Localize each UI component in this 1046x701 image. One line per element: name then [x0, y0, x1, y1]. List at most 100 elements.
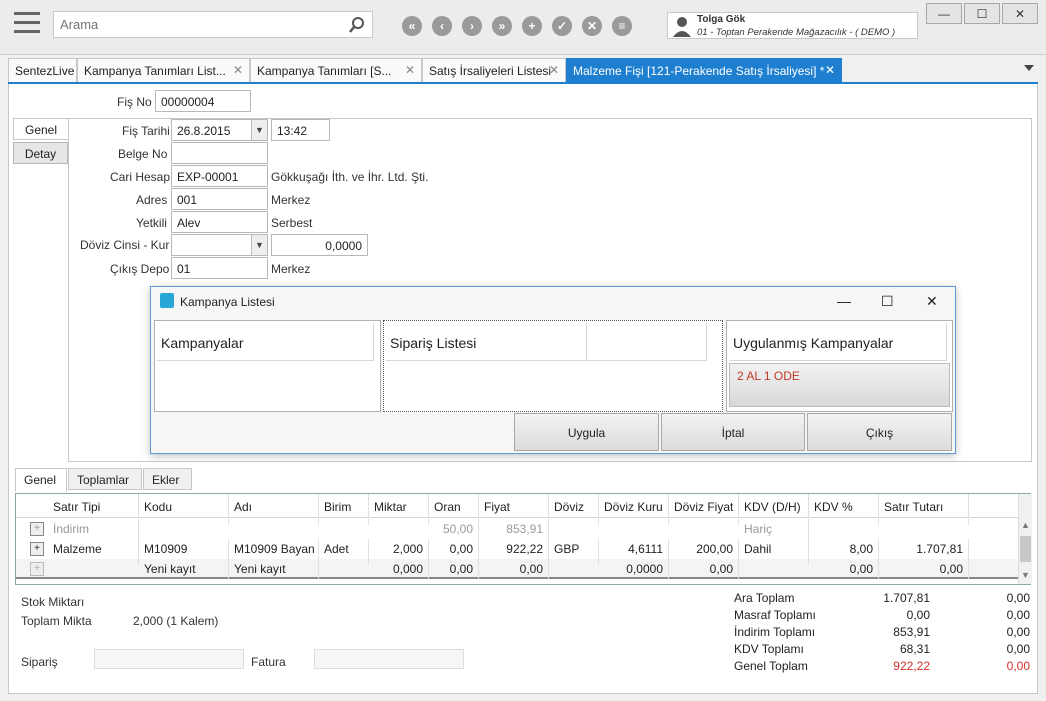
tab-sentezlive[interactable]: SentezLive: [8, 58, 77, 82]
side-tab-genel[interactable]: Genel: [13, 118, 68, 140]
ara-toplam-value: 1.707,81: [883, 591, 930, 605]
genel-toplam-label: Genel Toplam: [734, 659, 808, 673]
add-row-icon[interactable]: +: [30, 562, 44, 576]
close-icon[interactable]: ✕: [405, 63, 415, 77]
cari-hesap-field[interactable]: EXP-00001: [171, 165, 268, 187]
stok-miktari-label: Stok Miktarı: [21, 595, 85, 609]
col-doviz-kuru[interactable]: Döviz Kuru: [599, 494, 669, 518]
tab-kampanya-tanimlari-listesi[interactable]: Kampanya Tanımları List... ✕: [77, 58, 250, 82]
search-input[interactable]: [54, 12, 344, 37]
iptal-button[interactable]: İptal: [661, 413, 805, 451]
cell-miktar: 2,000: [369, 539, 429, 559]
expand-row-icon[interactable]: +: [30, 522, 44, 536]
adres-field[interactable]: 001: [171, 188, 268, 210]
tab-malzeme-fisi[interactable]: Malzeme Fişi [121-Perakende Satış İrsali…: [566, 58, 842, 82]
cikis-button[interactable]: Çıkış: [807, 413, 952, 451]
tab-overflow-chevron-icon[interactable]: [1024, 65, 1034, 71]
cell-oran: 0,00: [429, 539, 479, 559]
belge-no-field[interactable]: [171, 142, 268, 164]
col-doviz[interactable]: Döviz: [549, 494, 599, 518]
col-fiyat[interactable]: Fiyat: [479, 494, 549, 518]
siparis-field[interactable]: [94, 649, 244, 669]
col-satir-tipi[interactable]: Satır Tipi: [48, 494, 139, 518]
col-doviz-fiyat[interactable]: Döviz Fiyat: [669, 494, 739, 518]
menu-list-icon[interactable]: ≡: [612, 16, 632, 36]
bottom-tab-genel[interactable]: Genel: [15, 468, 67, 492]
col-kdv-yuzde[interactable]: KDV %: [809, 494, 879, 518]
tab-bar: SentezLive Kampanya Tanımları List... ✕ K…: [8, 58, 1038, 82]
col-kodu[interactable]: Kodu: [139, 494, 229, 518]
siparis-listesi-panel[interactable]: Sipariş Listesi: [383, 320, 723, 412]
save-check-icon[interactable]: ✓: [552, 16, 572, 36]
previous-record-icon[interactable]: ‹: [432, 16, 452, 36]
col-miktar[interactable]: Miktar: [369, 494, 429, 518]
tab-satis-irsaliyeleri[interactable]: Satış İrsaliyeleri Listesi ✕: [422, 58, 566, 82]
applied-campaign-item[interactable]: 2 AL 1 ODE: [729, 363, 950, 407]
cell-fiyat: 0,00: [479, 559, 549, 579]
doviz-field[interactable]: ▼: [171, 234, 268, 256]
cell-miktar: [369, 519, 429, 525]
window-minimize-button[interactable]: —: [926, 3, 962, 24]
window-maximize-button[interactable]: ☐: [964, 3, 1000, 24]
fis-no-field[interactable]: 00000004: [155, 90, 251, 112]
cell-doviz-fiyat: 0,00: [669, 559, 739, 579]
delete-icon[interactable]: ✕: [582, 16, 602, 36]
col-oran[interactable]: Oran: [429, 494, 479, 518]
col-adi[interactable]: Adı: [229, 494, 319, 518]
bottom-tab-ekler[interactable]: Ekler: [143, 468, 192, 490]
kur-field[interactable]: 0,0000: [271, 234, 368, 256]
fatura-field[interactable]: [314, 649, 464, 669]
col-satir-tutari[interactable]: Satır Tutarı: [879, 494, 969, 518]
fis-tarihi-field[interactable]: 26.8.2015 ▼: [171, 119, 268, 141]
table-row[interactable]: + İndirim 50,00 853,91 Hariç: [16, 519, 1018, 539]
cikis-depo-label: Çıkış Depo: [110, 262, 170, 276]
cell-kodu[interactable]: Yeni kayıt: [139, 559, 229, 579]
close-icon[interactable]: ✕: [825, 63, 835, 77]
close-icon[interactable]: ✕: [549, 63, 559, 77]
side-tab-detay[interactable]: Detay: [13, 142, 68, 164]
cikis-depo-field[interactable]: 01: [171, 257, 268, 279]
table-row[interactable]: + Malzeme M10909 M10909 Bayan I Adet 2,0…: [16, 539, 1018, 559]
uygula-button[interactable]: Uygula: [514, 413, 659, 451]
chevron-down-icon[interactable]: ▼: [1021, 570, 1030, 580]
bottom-tab-toplamlar[interactable]: Toplamlar: [68, 468, 142, 490]
tab-kampanya-tanimlari[interactable]: Kampanya Tanımları [S... ✕: [250, 58, 422, 82]
dialog-close-button[interactable]: ✕: [926, 293, 938, 310]
user-box[interactable]: Tolga Gök 01 - Toptan Perakende Mağazacı…: [667, 12, 918, 39]
kampanyalar-panel: Kampanyalar: [154, 320, 381, 412]
next-record-icon[interactable]: ›: [462, 16, 482, 36]
search-icon[interactable]: [348, 16, 366, 34]
top-bar: « ‹ › » + ✓ ✕ ≡ Tolga Gök 01 - Toptan Pe…: [0, 0, 1046, 55]
cell-adi[interactable]: Yeni kayıt: [229, 559, 319, 579]
genel-toplam-fx: 0,00: [1006, 659, 1030, 673]
cell-kdv-dh: [739, 559, 809, 565]
expand-row-icon[interactable]: +: [30, 542, 44, 556]
first-record-icon[interactable]: «: [402, 16, 422, 36]
kdv-toplami-fx: 0,00: [1006, 642, 1030, 656]
window-close-button[interactable]: ✕: [1002, 3, 1038, 24]
close-icon[interactable]: ✕: [233, 63, 243, 77]
chevron-down-icon[interactable]: ▼: [251, 235, 267, 255]
hamburger-menu-icon[interactable]: [14, 12, 40, 34]
cell-satir-tipi: Malzeme: [48, 539, 139, 559]
col-birim[interactable]: Birim: [319, 494, 369, 518]
siparis-listesi-header: Sipariş Listesi: [386, 323, 587, 361]
chevron-down-icon[interactable]: ▼: [251, 120, 267, 140]
lines-grid: Satır Tipi Kodu Adı Birim Miktar Oran Fi…: [15, 493, 1032, 585]
dialog-maximize-button[interactable]: ☐: [881, 293, 894, 310]
fis-saat-field[interactable]: 13:42: [271, 119, 330, 141]
search-box[interactable]: [53, 11, 373, 38]
scrollbar-thumb[interactable]: [1020, 536, 1031, 562]
cell-satir-tutari: 1.707,81: [879, 539, 969, 559]
col-kdv-dh[interactable]: KDV (D/H): [739, 494, 809, 518]
cell-doviz-kuru: 4,6111: [599, 539, 669, 559]
add-icon[interactable]: +: [522, 16, 542, 36]
fis-tarihi-value: 26.8.2015: [177, 124, 231, 138]
yetkili-field[interactable]: Alev: [171, 211, 268, 233]
chevron-up-icon[interactable]: ▲: [1021, 520, 1030, 530]
last-record-icon[interactable]: »: [492, 16, 512, 36]
dialog-minimize-button[interactable]: —: [837, 293, 851, 309]
grid-scrollbar[interactable]: ▲ ▼: [1018, 494, 1032, 584]
cell-kdv-yuzde: 8,00: [809, 539, 879, 559]
table-row[interactable]: + Yeni kayıt Yeni kayıt 0,000 0,00 0,00 …: [16, 559, 1018, 579]
